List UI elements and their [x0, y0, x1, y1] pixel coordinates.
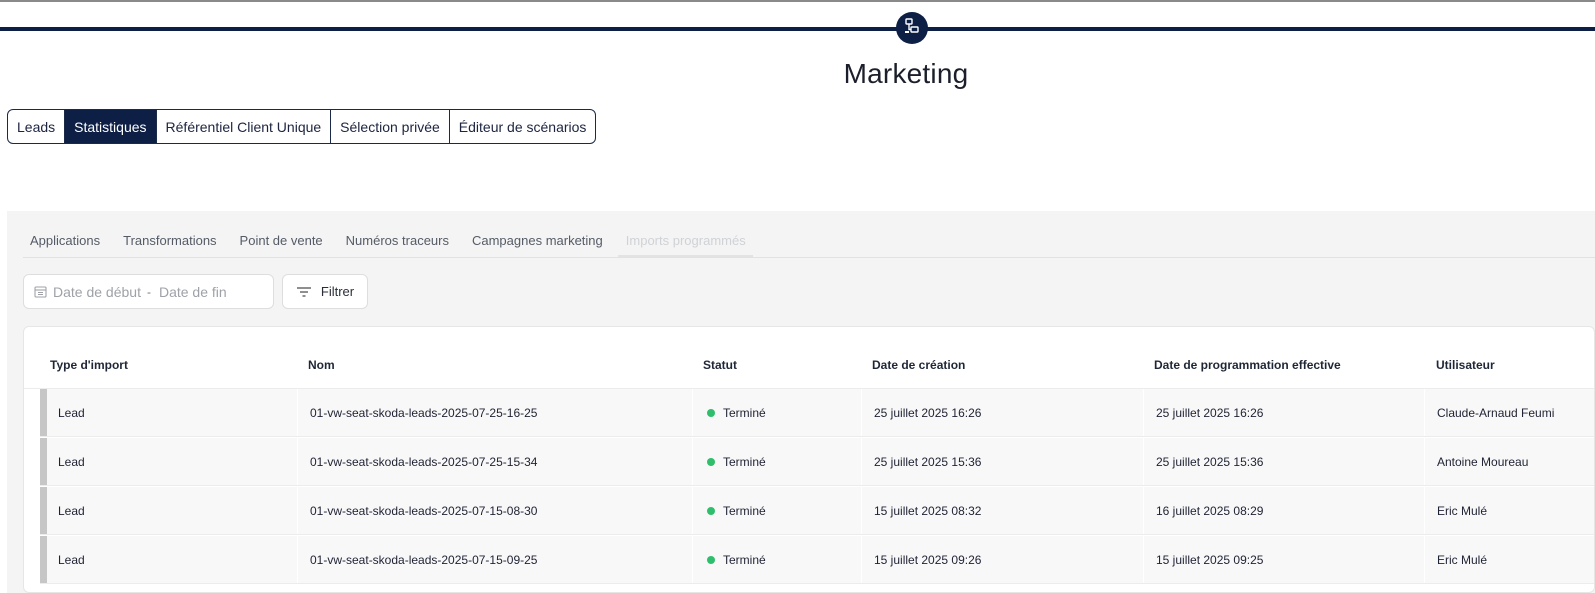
- col-header-type[interactable]: Type d'import: [50, 358, 128, 372]
- cell-type: Lead: [58, 389, 298, 436]
- col-header-nom[interactable]: Nom: [308, 358, 335, 372]
- subtab-campagnes-marketing[interactable]: Campagnes marketing: [464, 229, 610, 257]
- cell-date-programmation: 25 juillet 2025 16:26: [1143, 389, 1424, 436]
- cell-nom: 01-vw-seat-skoda-leads-2025-07-15-08-30: [297, 487, 692, 534]
- filter-button-label: Filtrer: [320, 284, 355, 299]
- cell-type: Lead: [58, 536, 298, 583]
- cell-statut: Terminé: [692, 536, 861, 583]
- filter-lines-icon: [296, 286, 312, 298]
- imports-table: Type d'import Nom Statut Date de créatio…: [23, 326, 1595, 593]
- window-top-border: [0, 0, 1595, 2]
- cell-utilisateur: Antoine Moureau: [1424, 438, 1594, 485]
- sub-tabs: Applications Transformations Point de ve…: [23, 229, 1595, 258]
- cell-statut: Terminé: [692, 389, 861, 436]
- tab-leads[interactable]: Leads: [8, 110, 64, 143]
- cell-date-programmation: 25 juillet 2025 15:36: [1143, 438, 1424, 485]
- table-header: Type d'import Nom Statut Date de créatio…: [24, 327, 1594, 389]
- start-date-input[interactable]: Date de début: [53, 284, 141, 300]
- row-accent-bar: [40, 536, 47, 583]
- network-nodes-icon: [903, 17, 921, 40]
- status-dot: [707, 506, 715, 515]
- subtab-transformations[interactable]: Transformations: [116, 229, 224, 257]
- cell-type: Lead: [58, 487, 298, 534]
- col-header-date-programmation[interactable]: Date de programmation effective: [1154, 358, 1341, 372]
- status-label: Terminé: [723, 552, 766, 567]
- cell-statut: Terminé: [692, 438, 861, 485]
- table-body: Lead 01-vw-seat-skoda-leads-2025-07-25-1…: [40, 389, 1594, 585]
- subtab-imports-programmes[interactable]: Imports programmés: [618, 229, 754, 257]
- col-header-utilisateur[interactable]: Utilisateur: [1436, 358, 1495, 372]
- status-dot: [707, 408, 715, 417]
- cell-date-creation: 25 juillet 2025 16:26: [861, 389, 1143, 436]
- cell-utilisateur: Claude-Arnaud Feumi: [1424, 389, 1594, 436]
- subtab-point-de-vente[interactable]: Point de vente: [232, 229, 330, 257]
- module-tabs: Leads Statistiques Référentiel Client Un…: [7, 109, 597, 144]
- status-dot: [707, 555, 715, 564]
- row-accent-bar: [40, 487, 47, 534]
- header-rule: [0, 27, 1595, 31]
- tab-statistiques[interactable]: Statistiques: [64, 110, 156, 143]
- row-accent-bar: [40, 438, 47, 485]
- cell-utilisateur: Eric Mulé: [1424, 536, 1594, 583]
- table-row[interactable]: Lead 01-vw-seat-skoda-leads-2025-07-15-0…: [40, 487, 1594, 535]
- date-range-picker[interactable]: Date de début - Date de fin: [23, 274, 274, 309]
- cell-date-creation: 15 juillet 2025 08:32: [861, 487, 1143, 534]
- subtab-applications[interactable]: Applications: [23, 229, 108, 257]
- col-header-statut[interactable]: Statut: [703, 358, 737, 372]
- cell-nom: 01-vw-seat-skoda-leads-2025-07-25-15-34: [297, 438, 692, 485]
- status-dot: [707, 457, 715, 466]
- cell-date-programmation: 15 juillet 2025 09:25: [1143, 536, 1424, 583]
- status-label: Terminé: [723, 405, 766, 420]
- status-label: Terminé: [723, 503, 766, 518]
- table-row[interactable]: Lead 01-vw-seat-skoda-leads-2025-07-25-1…: [40, 438, 1594, 486]
- status-label: Terminé: [723, 454, 766, 469]
- subtab-numeros-traceurs[interactable]: Numéros traceurs: [338, 229, 456, 257]
- tab-selection-privee[interactable]: Sélection privée: [330, 110, 449, 143]
- cell-date-programmation: 16 juillet 2025 08:29: [1143, 487, 1424, 534]
- cell-type: Lead: [58, 438, 298, 485]
- cell-utilisateur: Eric Mulé: [1424, 487, 1594, 534]
- cell-nom: 01-vw-seat-skoda-leads-2025-07-25-16-25: [297, 389, 692, 436]
- calendar-icon: [34, 285, 47, 298]
- date-range-separator: -: [146, 284, 151, 299]
- statistics-panel: Applications Transformations Point de ve…: [7, 211, 1595, 593]
- page-title: Marketing: [843, 58, 969, 89]
- app-logo[interactable]: [896, 12, 928, 44]
- end-date-input[interactable]: Date de fin: [159, 284, 227, 300]
- cell-nom: 01-vw-seat-skoda-leads-2025-07-15-09-25: [297, 536, 692, 583]
- cell-date-creation: 15 juillet 2025 09:26: [861, 536, 1143, 583]
- col-header-date-creation[interactable]: Date de création: [872, 358, 965, 372]
- tab-referentiel-client-unique[interactable]: Référentiel Client Unique: [155, 110, 331, 143]
- tab-editeur-de-scenarios[interactable]: Éditeur de scénarios: [448, 110, 596, 143]
- filter-button[interactable]: Filtrer: [282, 274, 368, 309]
- row-accent-bar: [40, 389, 47, 436]
- table-row[interactable]: Lead 01-vw-seat-skoda-leads-2025-07-25-1…: [40, 389, 1594, 437]
- cell-statut: Terminé: [692, 487, 861, 534]
- table-row[interactable]: Lead 01-vw-seat-skoda-leads-2025-07-15-0…: [40, 536, 1594, 584]
- cell-date-creation: 25 juillet 2025 15:36: [861, 438, 1143, 485]
